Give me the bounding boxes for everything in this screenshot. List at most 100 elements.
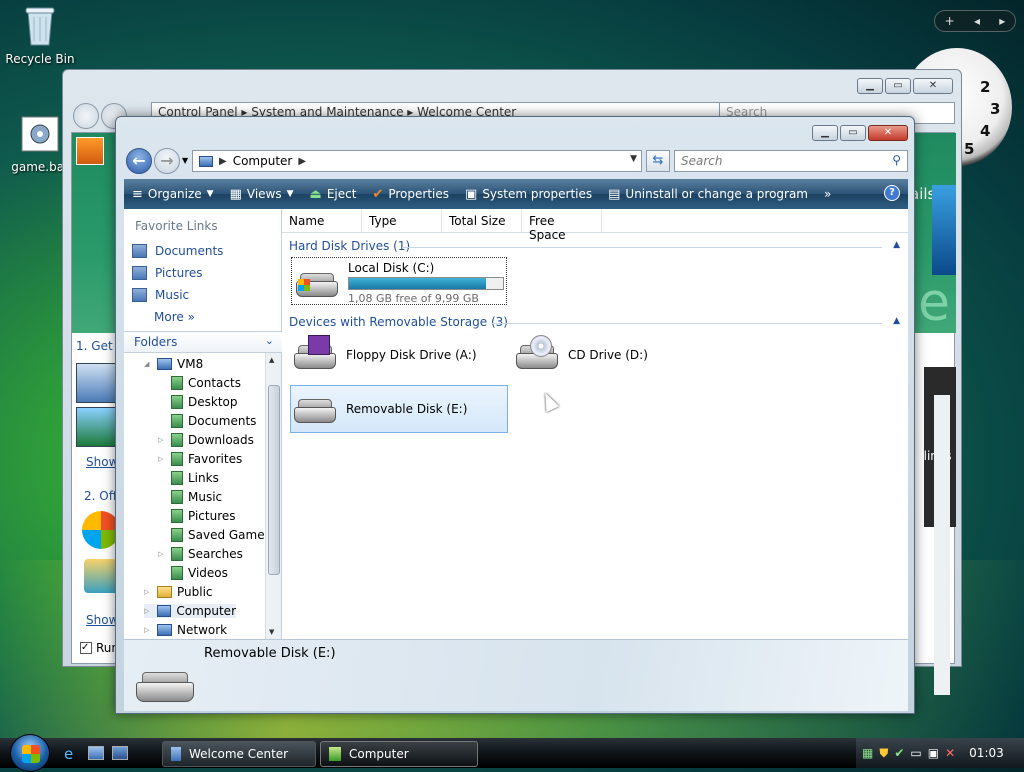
scrollbar[interactable] <box>934 395 950 695</box>
forward-button[interactable]: → <box>154 148 180 174</box>
computer-window[interactable]: ▁ ▭ ✕ ← → ▼ ▶ Computer ▶ ▼ ⇆ Search ⚲ ≡ O… <box>115 116 915 714</box>
recycle-bin-icon <box>20 4 60 48</box>
taskbar-button-welcome-center[interactable]: Welcome Center <box>162 741 316 767</box>
show-more-link[interactable]: Show <box>86 613 118 627</box>
network-tray-icon[interactable]: ▣ <box>928 746 939 760</box>
favorite-link-pictures[interactable]: Pictures <box>132 266 203 280</box>
task-heading: 1. Get <box>76 339 113 353</box>
expand-toggle-icon[interactable]: ▷ <box>144 626 152 634</box>
device-icon[interactable]: ▭ <box>910 746 921 760</box>
clock-time[interactable]: 01:03 <box>969 746 1004 760</box>
tree-item-network[interactable]: ▷ Network <box>144 623 227 637</box>
organize-button[interactable]: ≡ Organize ▼ <box>132 187 214 202</box>
tree-item-public[interactable]: ▷ Public <box>144 585 213 599</box>
breadcrumb-separator-icon[interactable]: ▶ <box>219 156 227 167</box>
tree-item-pictures[interactable]: Pictures <box>158 509 236 523</box>
tree-item-computer[interactable]: ▷ Computer <box>144 604 236 618</box>
window-controls: ▁ ▭ ✕ <box>857 78 953 94</box>
refresh-button[interactable]: ⇆ <box>646 150 670 172</box>
switch-windows-icon[interactable] <box>112 746 128 760</box>
drive-floppy-a[interactable]: Floppy Disk Drive (A:) <box>292 335 477 375</box>
folder-tree-scrollbar[interactable]: ▲ ▼ <box>265 353 281 639</box>
maximize-button[interactable]: ▭ <box>885 78 911 94</box>
back-button[interactable] <box>73 103 99 129</box>
show-more-link[interactable]: Show <box>86 455 118 469</box>
expand-toggle-icon[interactable]: ▷ <box>144 588 152 596</box>
safely-remove-icon[interactable]: ✔ <box>894 746 904 760</box>
more-commands-button[interactable]: » <box>824 187 831 201</box>
tree-item-downloads[interactable]: ▷ Downloads <box>158 433 254 447</box>
minimize-button[interactable]: ▁ <box>857 78 883 94</box>
more-links-button[interactable]: More » <box>154 310 195 324</box>
tree-item-music[interactable]: Music <box>158 490 222 504</box>
security-shield-icon[interactable]: ⛊ <box>879 746 888 761</box>
recycle-bin-desktop-icon[interactable]: Recycle Bin <box>0 4 80 66</box>
tree-item-desktop[interactable]: Desktop <box>158 395 238 409</box>
expand-toggle-icon[interactable]: ▷ <box>158 455 166 463</box>
group-header-hard-disk[interactable]: Hard Disk Drives (1) <box>289 239 410 253</box>
uninstall-program-button[interactable]: ▤ Uninstall or change a program <box>608 187 808 202</box>
search-icon[interactable]: ⚲ <box>892 153 901 167</box>
folders-header[interactable]: Folders ⌄ <box>124 331 282 353</box>
checkbox[interactable]: ✓ <box>80 642 92 654</box>
command-label: System properties <box>482 187 593 201</box>
group-divider <box>492 323 882 324</box>
show-desktop-icon[interactable] <box>88 746 104 760</box>
drive-local-disk-c[interactable]: Local Disk (C:) 1,08 GB free of 9,99 GB <box>294 261 504 305</box>
column-header-name[interactable]: Name <box>282 209 362 233</box>
tree-item-contacts[interactable]: Contacts <box>158 376 241 390</box>
expand-toggle-icon[interactable]: ◢ <box>144 360 152 368</box>
tree-item-favorites[interactable]: ▷ Favorites <box>158 452 242 466</box>
tree-item-documents[interactable]: Documents <box>158 414 256 428</box>
collapse-chevron-icon[interactable]: ▲ <box>893 240 900 250</box>
tree-item-links[interactable]: Links <box>158 471 219 485</box>
expand-toggle-icon[interactable]: ▷ <box>144 607 152 615</box>
column-header-type[interactable]: Type <box>362 209 442 233</box>
breadcrumb-computer[interactable]: Computer <box>233 154 293 168</box>
drive-cd-d[interactable]: CD Drive (D:) <box>514 335 648 375</box>
scroll-up-icon[interactable]: ▲ <box>269 356 274 364</box>
expand-toggle-icon[interactable]: ▷ <box>158 550 166 558</box>
search-input[interactable]: Search ⚲ <box>674 150 908 172</box>
favorite-link-documents[interactable]: Documents <box>132 244 223 258</box>
close-button[interactable]: ✕ <box>913 78 953 94</box>
properties-button[interactable]: ✔ Properties <box>372 187 449 202</box>
address-bar[interactable]: ▶ Computer ▶ ▼ <box>192 150 642 172</box>
column-header-total-size[interactable]: Total Size <box>442 209 522 233</box>
recent-pages-dropdown[interactable]: ▼ <box>182 156 188 165</box>
views-button[interactable]: ▦ Views ▼ <box>230 187 294 202</box>
tree-item-saved-games[interactable]: Saved Games <box>158 528 264 542</box>
minimize-button[interactable]: ▁ <box>812 125 838 141</box>
eject-button[interactable]: ⏏ Eject <box>310 187 357 202</box>
favorite-link-music[interactable]: Music <box>132 288 189 302</box>
system-properties-button[interactable]: ▣ System properties <box>465 187 592 202</box>
run-at-startup[interactable]: ✓ Run <box>80 641 119 655</box>
breadcrumb-separator-icon[interactable]: ▶ <box>298 156 306 167</box>
maximize-button[interactable]: ▭ <box>840 125 866 141</box>
column-header-free-space[interactable]: Free Space <box>522 209 602 242</box>
language-icon[interactable]: ▦ <box>862 746 873 760</box>
sidebar-next-button[interactable]: ▸ <box>999 14 1005 28</box>
clock-number: 2 <box>980 78 991 96</box>
help-icon[interactable]: ? <box>884 185 900 201</box>
expand-toggle-icon[interactable]: ▷ <box>158 436 166 444</box>
tree-item-vm8[interactable]: ◢ VM8 <box>144 357 203 371</box>
back-button[interactable]: ← <box>126 148 152 174</box>
tree-item-label: Favorites <box>188 452 243 466</box>
taskbar-button-computer[interactable]: Computer <box>320 741 478 767</box>
sidebar-prev-button[interactable]: ◂ <box>974 14 980 28</box>
internet-explorer-icon[interactable]: e <box>64 745 73 763</box>
close-button[interactable]: ✕ <box>868 125 908 141</box>
add-gadget-button[interactable]: + <box>945 14 955 28</box>
tree-item-searches[interactable]: ▷ Searches <box>158 547 243 561</box>
tree-item-videos[interactable]: Videos <box>158 566 228 580</box>
drive-removable-e[interactable]: Removable Disk (E:) <box>292 389 467 429</box>
address-dropdown-icon[interactable]: ▼ <box>630 154 637 164</box>
group-header-removable[interactable]: Devices with Removable Storage (3) <box>289 315 508 329</box>
collapse-chevron-icon[interactable]: ▲ <box>893 316 900 326</box>
volume-muted-icon[interactable]: ✕ <box>945 746 955 760</box>
scroll-down-icon[interactable]: ▼ <box>269 628 274 636</box>
batch-file-gear-icon <box>20 112 60 156</box>
start-button[interactable] <box>10 734 50 772</box>
scrollbar-thumb[interactable] <box>268 385 280 575</box>
